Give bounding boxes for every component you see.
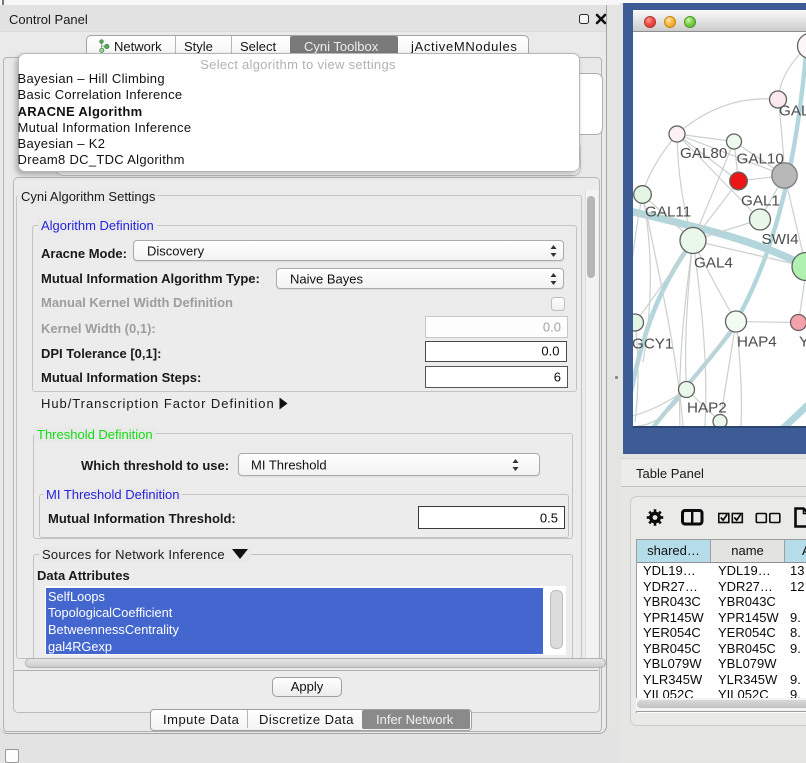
svg-text:GAL11: GAL11 bbox=[645, 203, 691, 220]
svg-text:GAL4: GAL4 bbox=[694, 254, 733, 271]
svg-text:GAL1: GAL1 bbox=[741, 192, 780, 209]
svg-text:HAP2: HAP2 bbox=[687, 399, 727, 416]
svg-text:GAL10: GAL10 bbox=[737, 150, 784, 167]
svg-text:GAL7: GAL7 bbox=[779, 102, 806, 119]
svg-text:SWI4: SWI4 bbox=[762, 231, 799, 248]
svg-text:HAP4: HAP4 bbox=[737, 333, 777, 350]
svg-text:GAL80: GAL80 bbox=[680, 145, 727, 162]
svg-text:Y: Y bbox=[799, 333, 806, 350]
svg-text:GCY1: GCY1 bbox=[633, 335, 673, 352]
